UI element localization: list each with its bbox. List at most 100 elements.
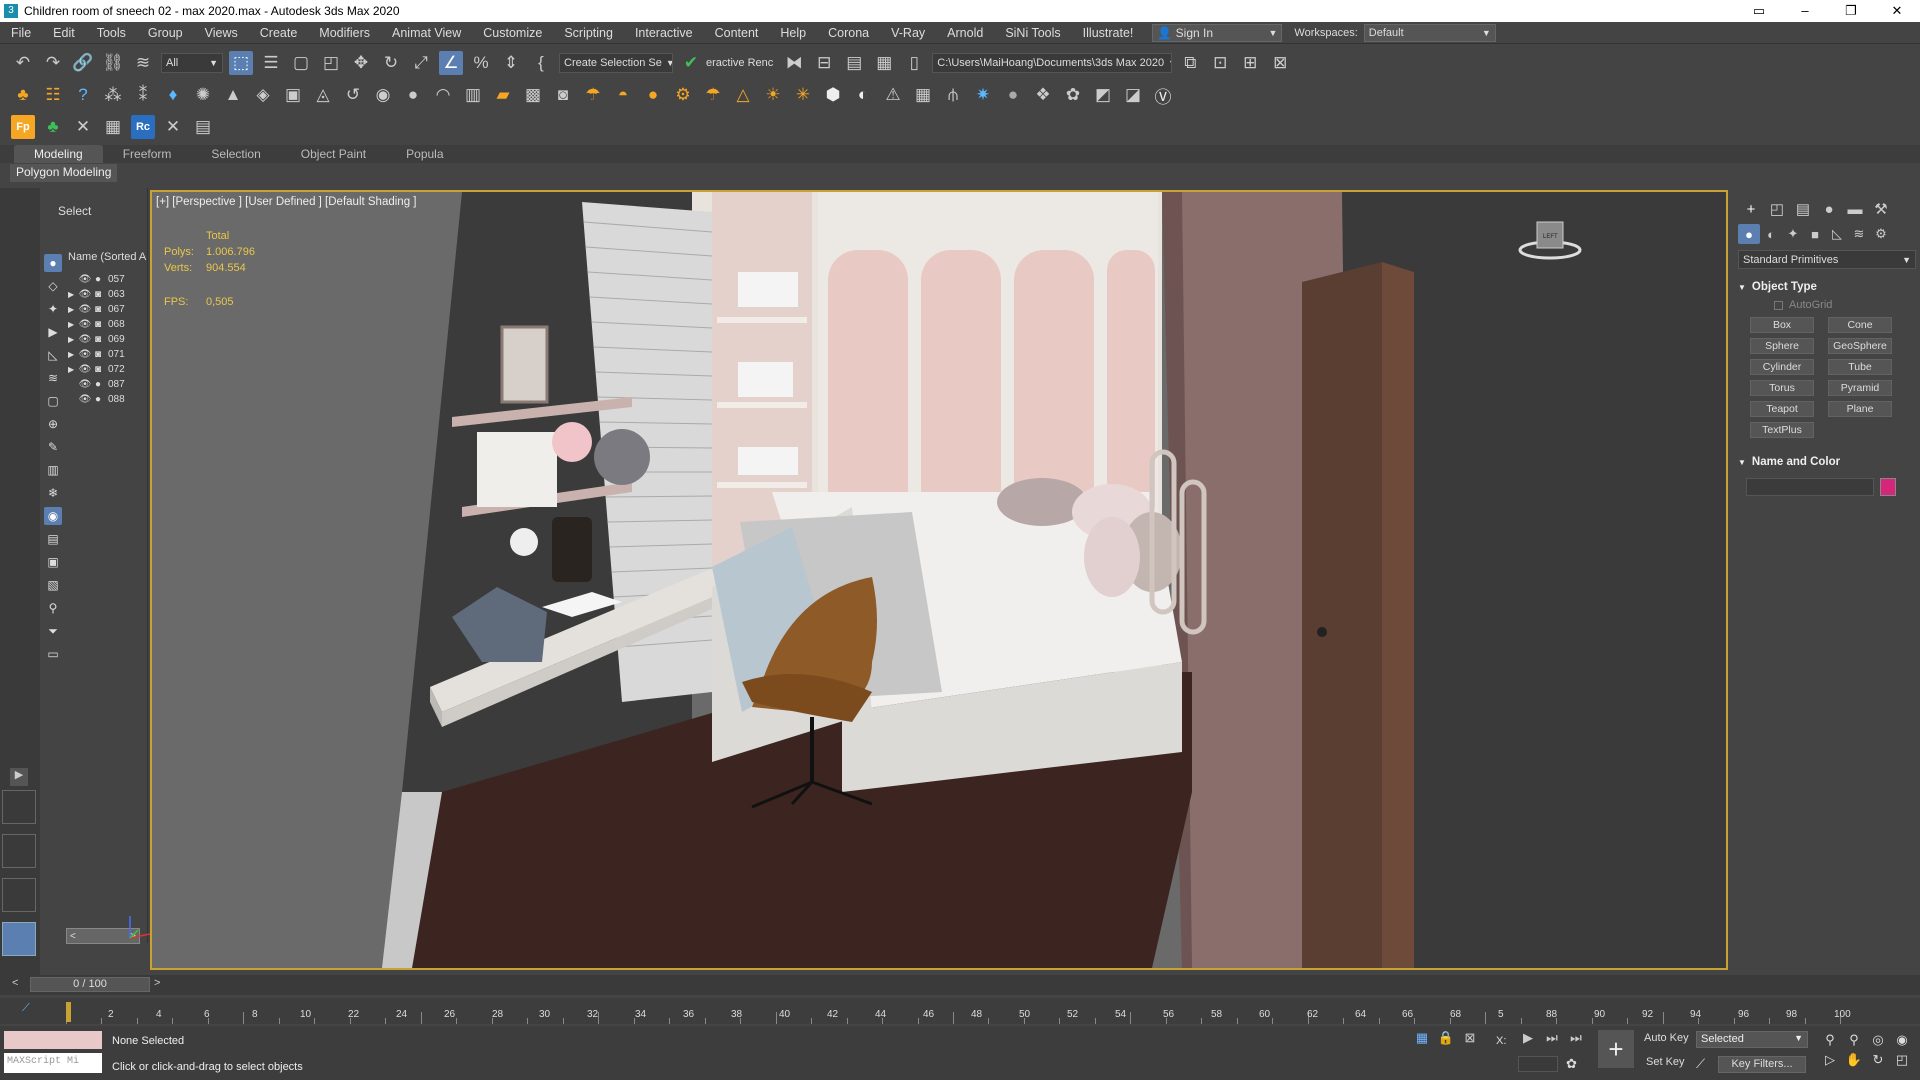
forest-icon[interactable]: ♣ <box>41 115 65 139</box>
funnel-icon[interactable]: ⏷ <box>44 622 62 640</box>
render-production-icon[interactable]: ⊞ <box>1238 51 1262 75</box>
menu-scripting[interactable]: Scripting <box>553 26 624 40</box>
particles-icon[interactable]: ⁂ <box>101 83 125 107</box>
auto-key-button[interactable]: Auto Key <box>1644 1032 1689 1044</box>
menu-interactive[interactable]: Interactive <box>624 26 704 40</box>
cone-light-icon[interactable]: ▲ <box>221 83 245 107</box>
viewport-label[interactable]: [+] [Perspective ] [User Defined ] [Defa… <box>156 196 416 208</box>
menu-views[interactable]: Views <box>194 26 249 40</box>
viewcube-face-label[interactable]: LEFT <box>1543 234 1558 240</box>
tree-icon[interactable]: ♣ <box>11 83 35 107</box>
expand-icon[interactable]: ▶ <box>68 365 78 374</box>
autogrid-checkbox[interactable]: AutoGrid <box>1774 299 1920 311</box>
group-icon[interactable]: ◙ <box>92 289 104 300</box>
filter-hidden-icon[interactable]: ◉ <box>44 507 62 525</box>
sphere-icon[interactable]: ● <box>641 83 665 107</box>
menu-illustrate[interactable]: Illustrate! <box>1072 26 1145 40</box>
menu-help[interactable]: Help <box>769 26 817 40</box>
zoom-extents-all-icon[interactable]: ◉ <box>1890 1032 1914 1048</box>
settings-panel-icon[interactable]: ▣ <box>281 83 305 107</box>
zoom-extents-icon[interactable]: ◎ <box>1866 1032 1890 1048</box>
expand-icon[interactable]: ▶ <box>68 335 78 344</box>
play-icon[interactable]: ▶ <box>1516 1030 1540 1046</box>
drop-icon[interactable]: ● <box>401 83 425 107</box>
isolate-icon[interactable]: ⊠ <box>1458 1030 1482 1046</box>
tab-selection[interactable]: Selection <box>191 145 280 163</box>
helpers-icon[interactable]: ◺ <box>1826 224 1848 244</box>
maxscript-listener[interactable] <box>4 1031 102 1049</box>
fp-icon[interactable]: Fp <box>11 115 35 139</box>
half-dome-icon[interactable]: ◓ <box>611 83 635 107</box>
filter-lights-icon[interactable]: ✦ <box>44 300 62 318</box>
bind-spacewarp-icon[interactable]: ≋ <box>131 51 155 75</box>
eye-icon[interactable]: 👁 <box>78 364 92 375</box>
restore-layout-icon[interactable]: ▭ <box>1736 3 1782 19</box>
spacewarps-icon[interactable]: ≋ <box>1848 224 1870 244</box>
create-tab-icon[interactable]: + <box>1738 198 1764 220</box>
geometry-icon[interactable]: ● <box>1738 224 1760 244</box>
cube-icon[interactable]: ⬢ <box>821 83 845 107</box>
render-icon[interactable]: ◙ <box>551 83 575 107</box>
filter-geometry-icon[interactable]: ● <box>44 254 62 272</box>
select-by-name-icon[interactable]: ☰ <box>259 51 283 75</box>
expand-icon[interactable]: ▶ <box>68 350 78 359</box>
end-icon[interactable]: ⏭ <box>1564 1030 1588 1046</box>
wrench-icon[interactable]: ✕ <box>161 115 185 139</box>
move-icon[interactable]: ✥ <box>349 51 373 75</box>
tab-modeling[interactable]: Modeling <box>14 145 103 163</box>
eye-icon[interactable]: 👁 <box>78 379 92 390</box>
image-icon[interactable]: ◪ <box>1121 83 1145 107</box>
maximize-button[interactable]: ❐ <box>1828 3 1874 19</box>
render-dot-icon[interactable]: ● <box>92 274 104 285</box>
selection-filter-dropdown[interactable]: All ▼ <box>161 53 223 73</box>
filter-xrefs-icon[interactable]: ⊕ <box>44 415 62 433</box>
eye-icon[interactable]: 👁 <box>78 289 92 300</box>
plane-button[interactable]: Plane <box>1828 401 1892 417</box>
material-icon[interactable]: ◉ <box>371 83 395 107</box>
sun-light-icon[interactable]: ✺ <box>191 83 215 107</box>
menu-content[interactable]: Content <box>704 26 770 40</box>
umbrella-icon[interactable]: ☂ <box>581 83 605 107</box>
spinner-snap-icon[interactable]: ⇕ <box>499 51 523 75</box>
filter-none-icon[interactable]: ▣ <box>44 553 62 571</box>
curve-editor-icon[interactable]: ⟋ <box>22 1002 30 1015</box>
motion-tab-icon[interactable]: ● <box>1816 198 1842 220</box>
gear-icon[interactable]: ⚙ <box>671 83 695 107</box>
menu-group[interactable]: Group <box>137 26 194 40</box>
chat-icon[interactable]: ▰ <box>491 83 515 107</box>
fire-icon[interactable]: ✷ <box>971 83 995 107</box>
name-color-rollout[interactable]: ▼ Name and Color <box>1738 454 1916 470</box>
maxscript-input[interactable]: MAXScript Mi <box>4 1053 102 1073</box>
arc-icon[interactable]: ◠ <box>431 83 455 107</box>
workspace-dropdown[interactable]: Default ▼ <box>1363 23 1496 42</box>
menu-corona[interactable]: Corona <box>817 26 880 40</box>
undo-icon[interactable]: ↶ <box>11 51 35 75</box>
lights-icon[interactable]: ✦ <box>1782 224 1804 244</box>
group-icon[interactable]: ◙ <box>92 364 104 375</box>
close-button[interactable]: ✕ <box>1874 3 1920 19</box>
layout-quad-icon[interactable] <box>2 790 36 824</box>
filter-shapes-icon[interactable]: ◇ <box>44 277 62 295</box>
track-bar[interactable]: ⟋ 2 4 6 8 10 22 24 26 28 30 32 34 36 38 40 42 44 46 48 50 52… <box>0 998 1920 1024</box>
selection-set-dropdown[interactable]: Create Selection Se▼ <box>559 53 673 73</box>
object-name-input[interactable] <box>1746 478 1874 496</box>
maximize-viewport-icon[interactable]: ◰ <box>1890 1052 1914 1068</box>
display-tab-icon[interactable]: ▬ <box>1842 198 1868 220</box>
group-icon[interactable]: ◙ <box>92 334 104 345</box>
minimize-button[interactable]: – <box>1782 3 1828 19</box>
object-type-rollout[interactable]: ▼ Object Type <box>1738 279 1916 295</box>
eye-icon[interactable]: 👁 <box>78 274 92 285</box>
sun-icon[interactable]: ☀ <box>761 83 785 107</box>
name-column-header[interactable]: Name (Sorted A <box>68 251 146 263</box>
palette-icon[interactable]: ✿ <box>1061 83 1085 107</box>
project-path-dropdown[interactable]: C:\Users\MaiHoang\Documents\3ds Max 2020… <box>932 53 1173 73</box>
named-selection-icon[interactable]: { <box>529 51 553 75</box>
sparkle-icon[interactable]: ✳ <box>791 83 815 107</box>
render-iterative-icon[interactable]: ⊠ <box>1268 51 1292 75</box>
sign-in-dropdown[interactable]: 👤 Sign In ▼ <box>1152 23 1283 42</box>
modify-tab-icon[interactable]: ◰ <box>1764 198 1790 220</box>
filter-frozen-icon[interactable]: ❄ <box>44 484 62 502</box>
walk-icon[interactable]: ▷ <box>1818 1052 1842 1068</box>
key-tangent-icon[interactable]: ⟋ <box>1696 1056 1705 1072</box>
menu-modifiers[interactable]: Modifiers <box>308 26 381 40</box>
